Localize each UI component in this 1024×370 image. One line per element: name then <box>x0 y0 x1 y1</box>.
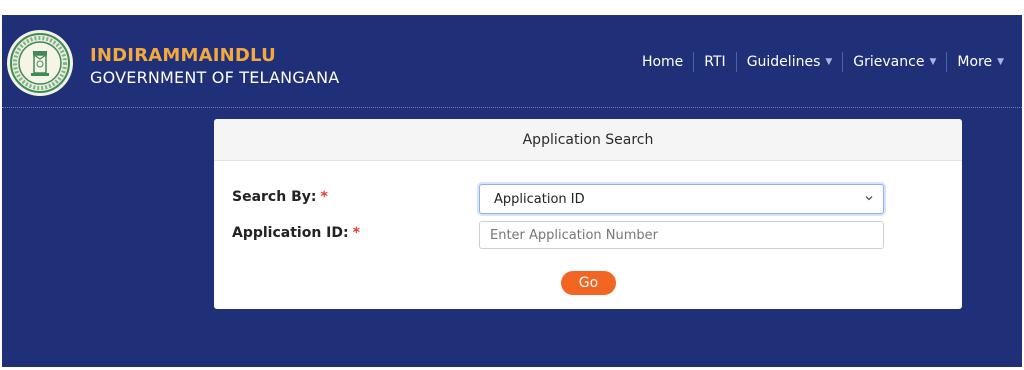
nav-home[interactable]: Home <box>632 52 693 72</box>
nav-grievance[interactable]: Grievance ▼ <box>843 52 946 72</box>
nav-guidelines[interactable]: Guidelines ▼ <box>737 52 843 72</box>
chevron-down-icon <box>865 196 873 201</box>
nav-rti-label: RTI <box>704 54 726 70</box>
nav-rti[interactable]: RTI <box>694 52 735 72</box>
brand: INDIRAMMAINDLU GOVERNMENT OF TELANGANA <box>90 45 339 89</box>
emblem-graphic <box>10 33 70 93</box>
card-title: Application Search <box>214 119 962 161</box>
search-by-selected-value: Application ID <box>494 191 585 207</box>
application-id-label-text: Application ID: <box>232 225 349 241</box>
main-nav: Home RTI Guidelines ▼ Grievance ▼ More ▼ <box>632 52 1014 72</box>
nav-grievance-label: Grievance <box>853 54 925 70</box>
site-title[interactable]: INDIRAMMAINDLU <box>90 45 339 67</box>
caret-down-icon: ▼ <box>997 57 1004 67</box>
search-by-label-text: Search By: <box>232 189 317 205</box>
required-marker: * <box>352 225 360 241</box>
nav-more[interactable]: More ▼ <box>947 52 1014 72</box>
page-frame: INDIRAMMAINDLU GOVERNMENT OF TELANGANA H… <box>2 15 1022 367</box>
site-subtitle: GOVERNMENT OF TELANGANA <box>90 68 340 87</box>
nav-more-label: More <box>957 54 993 70</box>
application-search-card: Application Search Search By: * Applicati… <box>214 119 962 309</box>
go-button[interactable]: Go <box>561 271 616 295</box>
nav-home-label: Home <box>641 54 684 70</box>
search-by-select[interactable]: Application ID <box>479 184 884 214</box>
caret-down-icon: ▼ <box>825 57 833 67</box>
required-marker: * <box>320 189 328 205</box>
site-header: INDIRAMMAINDLU GOVERNMENT OF TELANGANA H… <box>2 15 1022 108</box>
nav-guidelines-label: Guidelines <box>746 54 821 70</box>
search-by-label: Search By: * <box>232 189 328 205</box>
application-number-input[interactable] <box>479 221 884 249</box>
telangana-emblem-icon[interactable] <box>7 30 73 96</box>
application-id-label: Application ID: * <box>232 225 360 241</box>
caret-down-icon: ▼ <box>929 57 937 67</box>
